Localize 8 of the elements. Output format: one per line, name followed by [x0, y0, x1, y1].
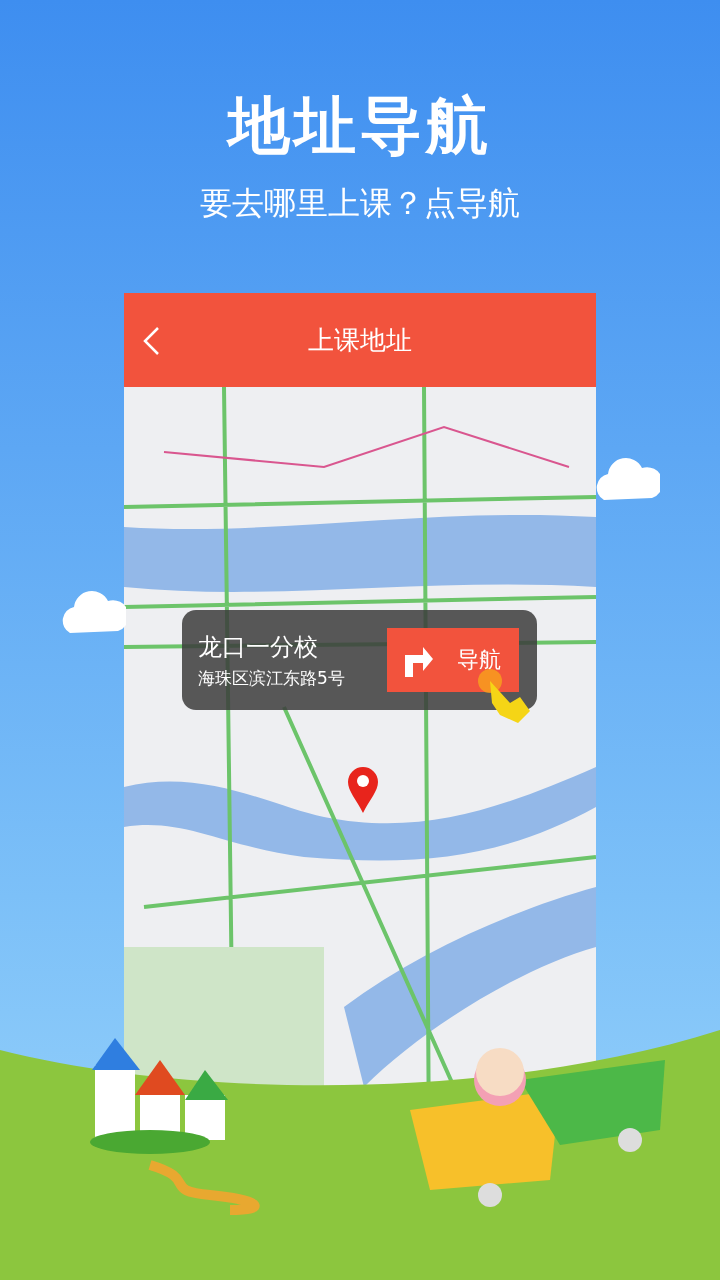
navigate-button[interactable]: 导航 — [387, 628, 519, 692]
location-pin-icon — [346, 765, 380, 813]
back-icon[interactable] — [142, 326, 160, 356]
place-name: 龙口一分校 — [198, 631, 319, 663]
header-title: 上课地址 — [308, 323, 412, 357]
headline: 地址导航 — [228, 92, 492, 161]
tagline: 要去哪里上课？点导航 — [200, 183, 520, 225]
place-address: 海珠区滨江东路5号 — [198, 666, 346, 690]
